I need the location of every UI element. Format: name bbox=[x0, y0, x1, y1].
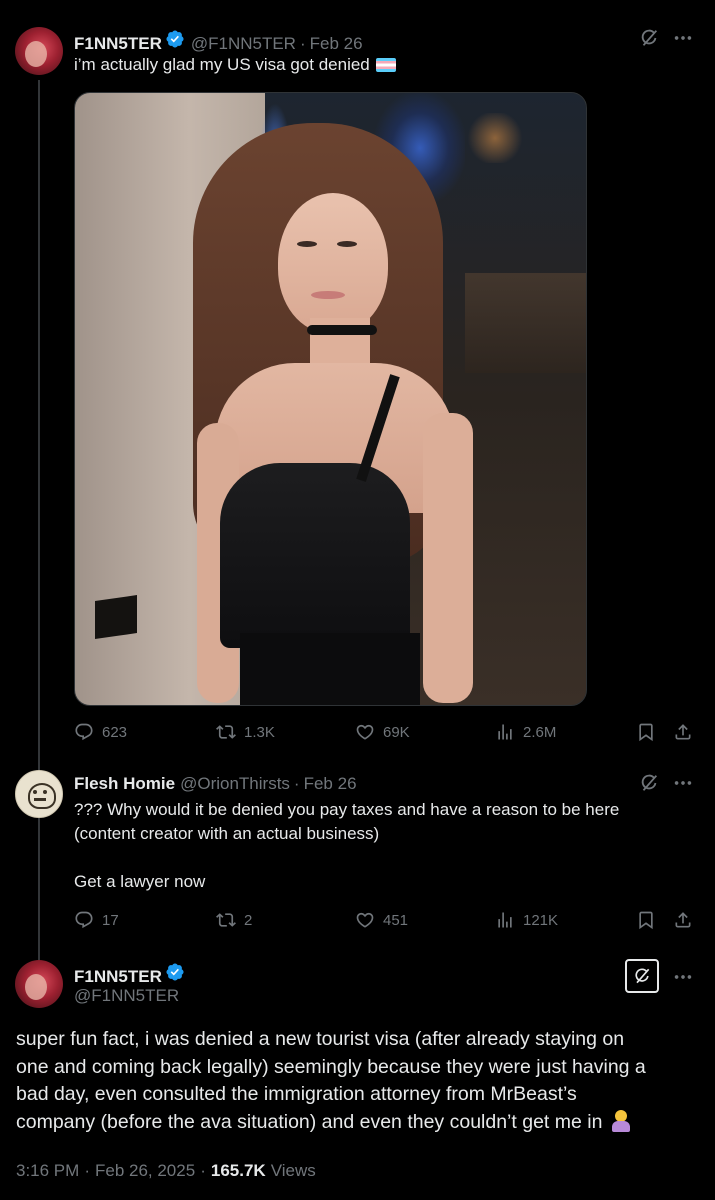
reply-icon bbox=[74, 722, 94, 742]
views-button[interactable]: 121K bbox=[495, 910, 558, 930]
tweet-full-date[interactable]: Feb 26, 2025 bbox=[95, 1161, 195, 1181]
grok-icon bbox=[632, 966, 652, 986]
handle[interactable]: @F1NN5TER bbox=[74, 986, 179, 1006]
transgender-flag-icon bbox=[375, 58, 396, 72]
grok-icon[interactable] bbox=[638, 772, 660, 794]
more-icon[interactable] bbox=[672, 772, 694, 794]
share-icon[interactable] bbox=[673, 722, 693, 742]
tweet-text-line: bad day, even consulted the immigration … bbox=[16, 1083, 577, 1105]
main-tweet-text: super fun fact, i was denied a new touri… bbox=[16, 1026, 706, 1136]
heart-icon bbox=[355, 722, 375, 742]
tweet-text-line: super fun fact, i was denied a new touri… bbox=[16, 1028, 625, 1050]
repost-icon bbox=[216, 910, 236, 930]
reply-icon bbox=[74, 910, 94, 930]
handle[interactable]: @F1NN5TER bbox=[191, 34, 296, 54]
views-button[interactable]: 2.6M bbox=[495, 722, 556, 742]
grok-icon[interactable] bbox=[638, 27, 660, 49]
verified-badge-icon bbox=[165, 962, 185, 982]
tweet-text-line: Get a lawyer now bbox=[74, 872, 206, 891]
views-icon bbox=[495, 910, 515, 930]
tweet-header: F1NN5TER @F1NN5TER · Feb 26 bbox=[74, 29, 363, 54]
repost-count: 2 bbox=[244, 911, 253, 929]
more-icon[interactable] bbox=[672, 27, 694, 49]
avatar[interactable] bbox=[15, 960, 63, 1008]
person-shrugging-icon bbox=[610, 1109, 632, 1132]
reply-button[interactable]: 623 bbox=[74, 722, 127, 742]
bookmark-icon[interactable] bbox=[636, 910, 656, 930]
reply-count: 17 bbox=[102, 911, 119, 929]
separator: · bbox=[299, 34, 306, 53]
tweet-date[interactable]: Feb 26 bbox=[310, 34, 363, 54]
tweet-text-line: (content creator with an actual business… bbox=[74, 824, 380, 843]
tweet-date[interactable]: Feb 26 bbox=[304, 774, 357, 794]
avatar[interactable] bbox=[15, 27, 63, 75]
more-icon[interactable] bbox=[672, 966, 694, 988]
display-name[interactable]: Flesh Homie bbox=[74, 774, 175, 794]
display-name[interactable]: F1NN5TER bbox=[74, 34, 162, 54]
tweet-text: ??? Why would it be denied you pay taxes… bbox=[74, 798, 674, 894]
views-count: 2.6M bbox=[523, 723, 557, 741]
repost-count: 1.3K bbox=[244, 723, 275, 741]
tweet-photo[interactable] bbox=[74, 92, 587, 706]
tweet-header: Flesh Homie @OrionThirsts · Feb 26 bbox=[74, 774, 357, 794]
reply-count: 623 bbox=[102, 723, 128, 741]
heart-icon bbox=[355, 910, 375, 930]
bookmark-icon[interactable] bbox=[636, 722, 656, 742]
separator: · bbox=[200, 1161, 206, 1180]
views-count: 165.7K bbox=[210, 1161, 266, 1180]
repost-icon bbox=[216, 722, 236, 742]
repost-button[interactable]: 1.3K bbox=[216, 722, 275, 742]
handle[interactable]: @OrionThirsts bbox=[180, 774, 290, 794]
repost-button[interactable]: 2 bbox=[216, 910, 252, 930]
like-count: 69K bbox=[383, 723, 410, 741]
tweet-text-line: one and coming back legally) seemingly b… bbox=[16, 1055, 646, 1078]
tweet-time[interactable]: 3:16 PM bbox=[16, 1161, 79, 1181]
thread-line bbox=[38, 80, 40, 960]
tweet-text-content: i’m actually glad my US visa got denied bbox=[74, 55, 370, 74]
like-button[interactable]: 69K bbox=[355, 722, 410, 742]
verified-badge-icon bbox=[165, 29, 185, 49]
share-icon[interactable] bbox=[673, 910, 693, 930]
avatar[interactable] bbox=[15, 770, 63, 818]
views-icon bbox=[495, 722, 515, 742]
tweet-timestamp-row: 3:16 PM · Feb 26, 2025 · 165.7K Views bbox=[16, 1161, 316, 1181]
grok-button[interactable] bbox=[625, 959, 659, 993]
like-button[interactable]: 451 bbox=[355, 910, 408, 930]
separator: · bbox=[84, 1161, 90, 1180]
like-count: 451 bbox=[383, 911, 409, 929]
reply-button[interactable]: 17 bbox=[74, 910, 119, 930]
author-name-row: F1NN5TER bbox=[74, 962, 185, 987]
views-label: Views bbox=[270, 1161, 316, 1180]
separator: · bbox=[293, 774, 300, 793]
tweet-text-line: company (before the ava situation) and e… bbox=[16, 1110, 603, 1133]
tweet-text-line: ??? Why would it be denied you pay taxes… bbox=[74, 800, 620, 819]
display-name[interactable]: F1NN5TER bbox=[74, 967, 162, 987]
tweet-text: i’m actually glad my US visa got denied bbox=[74, 53, 396, 77]
views-count: 121K bbox=[523, 911, 559, 929]
